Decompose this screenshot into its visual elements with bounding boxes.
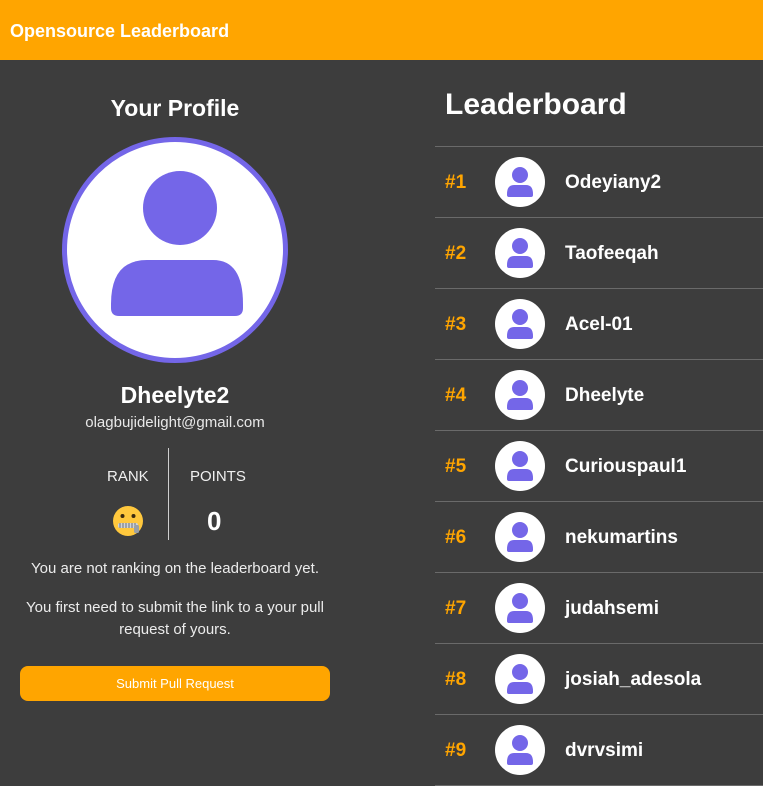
leaderboard-rank: #3 [445,314,467,335]
leaderboard-username[interactable]: Taofeeqah [565,243,659,265]
leaderboard-avatar [495,654,545,704]
leaderboard-rank: #7 [445,598,467,619]
leaderboard-avatar [495,299,545,349]
user-icon [507,664,533,694]
leaderboard-avatar [495,583,545,633]
zipper-mouth-face-icon [113,506,143,536]
user-icon [507,238,533,268]
leaderboard-avatar [495,512,545,562]
leaderboard-username[interactable]: Curiouspaul1 [565,456,686,478]
leaderboard-username[interactable]: dvrvsimi [565,740,643,762]
leaderboard-row[interactable]: #1 Odeyiany2 [435,147,763,218]
user-icon [507,309,533,339]
leaderboard-row[interactable]: #6 nekumartins [435,502,763,573]
leaderboard-rank: #4 [445,385,467,406]
leaderboard-username[interactable]: nekumartins [565,527,678,549]
profile-heading: Your Profile [110,95,240,121]
leaderboard-list: #1 Odeyiany2 #2 Taofeeqah #3 Acel-01 #4 … [435,146,763,786]
leaderboard-avatar [495,157,545,207]
user-icon [111,171,243,316]
leaderboard-row[interactable]: #9 dvrvsimi [435,715,763,786]
user-icon [507,735,533,765]
not-ranking-message: You are not ranking on the leaderboard y… [31,560,319,577]
leaderboard-rank: #2 [445,243,467,264]
profile-panel: Your Profile Dheelyte2 olagbujidelight@g… [0,60,350,763]
instructions-message: You first need to submit the link to a y… [26,599,324,638]
leaderboard-row[interactable]: #4 Dheelyte [435,360,763,431]
rank-label: RANK [107,468,149,485]
leaderboard-username[interactable]: josiah_adesola [565,669,701,691]
leaderboard-avatar [495,725,545,775]
profile-stats: RANK POINTS 0 [85,448,265,540]
profile-avatar [62,137,288,363]
leaderboard-rank: #5 [445,456,467,477]
leaderboard-avatar [495,441,545,491]
leaderboard-row[interactable]: #5 Curiouspaul1 [435,431,763,502]
leaderboard-username[interactable]: Odeyiany2 [565,172,661,194]
profile-email: olagbujidelight@gmail.com [85,414,265,431]
leaderboard-row[interactable]: #2 Taofeeqah [435,218,763,289]
leaderboard-username[interactable]: Acel-01 [565,314,633,336]
leaderboard-panel: Leaderboard #1 Odeyiany2 #2 Taofeeqah #3 [435,60,763,786]
points-value: 0 [207,506,222,536]
leaderboard-username[interactable]: Dheelyte [565,385,644,407]
user-icon [507,593,533,623]
leaderboard-avatar [495,228,545,278]
stats-divider [168,448,169,540]
leaderboard-rank: #8 [445,669,467,690]
submit-pull-request-button[interactable]: Submit Pull Request [20,666,330,701]
top-navbar: Opensource Leaderboard [0,0,763,60]
profile-username: Dheelyte2 [120,382,230,408]
app-title[interactable]: Opensource Leaderboard [10,21,229,42]
leaderboard-rank: #6 [445,527,467,548]
leaderboard-heading: Leaderboard [445,88,627,121]
user-icon [507,167,533,197]
leaderboard-avatar [495,370,545,420]
leaderboard-rank: #9 [445,740,467,761]
leaderboard-row[interactable]: #8 josiah_adesola [435,644,763,715]
points-label: POINTS [190,468,246,485]
leaderboard-row[interactable]: #3 Acel-01 [435,289,763,360]
leaderboard-row[interactable]: #7 judahsemi [435,573,763,644]
leaderboard-username[interactable]: judahsemi [565,598,659,620]
user-icon [507,522,533,552]
user-icon [507,451,533,481]
user-icon [507,380,533,410]
leaderboard-rank: #1 [445,172,467,193]
